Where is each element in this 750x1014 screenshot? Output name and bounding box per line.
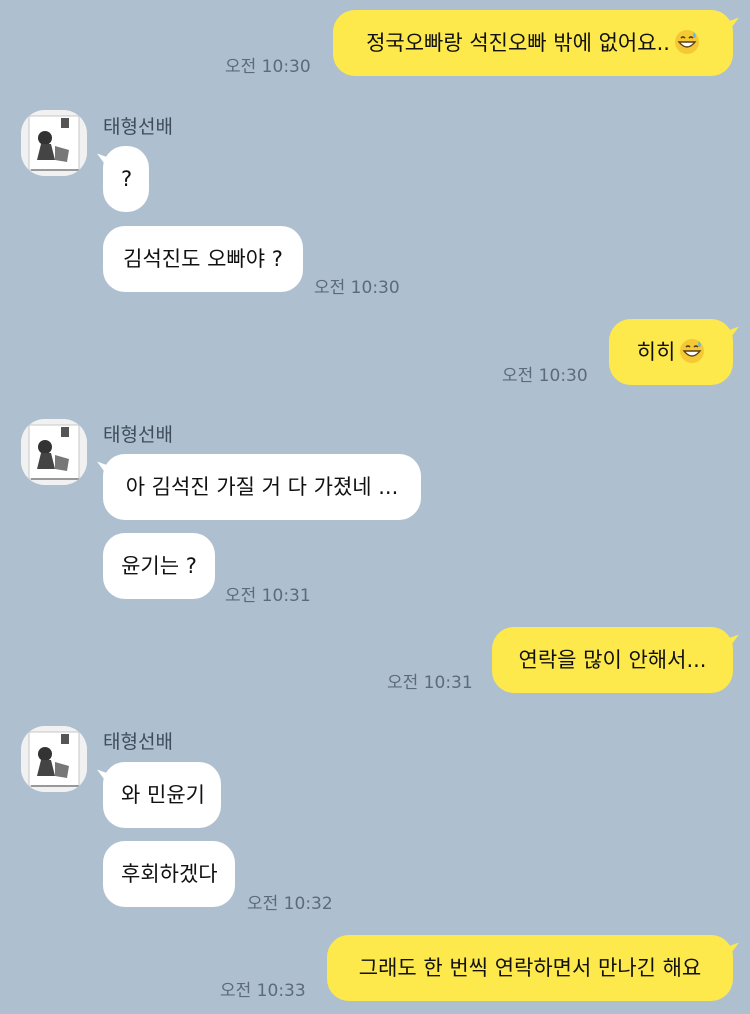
profile-photo-icon — [21, 726, 87, 792]
their-message-bubble[interactable]: 윤기는 ? — [103, 533, 215, 599]
message-text: ? — [121, 167, 133, 191]
timestamp: 오전 10:32 — [247, 894, 333, 914]
message-text: 연락을 많이 안해서... — [518, 648, 707, 672]
their-message-bubble[interactable]: 김석진도 오빠야 ? — [103, 226, 303, 292]
message-text: 후회하겠다 — [121, 862, 218, 886]
avatar[interactable] — [21, 726, 87, 792]
avatar[interactable] — [21, 419, 87, 485]
their-message-bubble[interactable]: 후회하겠다 — [103, 841, 235, 907]
sender-name: 태형선배 — [103, 424, 173, 446]
my-message-bubble[interactable]: 연락을 많이 안해서... — [492, 627, 733, 693]
my-message-bubble[interactable]: 그래도 한 번씩 연락하면서 만나긴 해요 — [327, 935, 733, 1001]
my-message-bubble[interactable]: 히히 — [609, 319, 733, 385]
timestamp: 오전 10:30 — [502, 366, 588, 386]
profile-photo-icon — [21, 110, 87, 176]
timestamp: 오전 10:31 — [387, 673, 473, 693]
their-message-bubble[interactable]: 아 김석진 가질 거 다 가졌네 ... — [103, 454, 421, 520]
message-text: 와 민윤기 — [121, 783, 205, 807]
timestamp: 오전 10:30 — [225, 57, 311, 77]
grinning-sweat-emoji-icon — [680, 339, 705, 363]
my-message-bubble[interactable]: 정국오빠랑 석진오빠 밖에 없어요.. — [333, 10, 733, 76]
profile-photo-icon — [21, 419, 87, 485]
chat-area[interactable]: 오전 10:30 정국오빠랑 석진오빠 밖에 없어요.. 태형선배 ? 김석진도… — [0, 0, 750, 1014]
timestamp: 오전 10:30 — [314, 278, 400, 298]
message-text: 정국오빠랑 석진오빠 밖에 없어요.. — [366, 31, 670, 55]
their-message-bubble[interactable]: 와 민윤기 — [103, 762, 221, 828]
message-text: 윤기는 ? — [121, 554, 197, 578]
message-text: 그래도 한 번씩 연락하면서 만나긴 해요 — [358, 956, 702, 980]
message-text: 아 김석진 가질 거 다 가졌네 ... — [125, 475, 399, 499]
timestamp: 오전 10:33 — [220, 981, 306, 1001]
sender-name: 태형선배 — [103, 116, 173, 138]
message-text: 김석진도 오빠야 ? — [123, 247, 283, 271]
sender-name: 태형선배 — [103, 731, 173, 753]
their-message-bubble[interactable]: ? — [103, 146, 149, 212]
message-text: 히히 — [636, 340, 676, 364]
grinning-sweat-emoji-icon — [674, 30, 699, 54]
timestamp: 오전 10:31 — [225, 586, 311, 606]
avatar[interactable] — [21, 110, 87, 176]
